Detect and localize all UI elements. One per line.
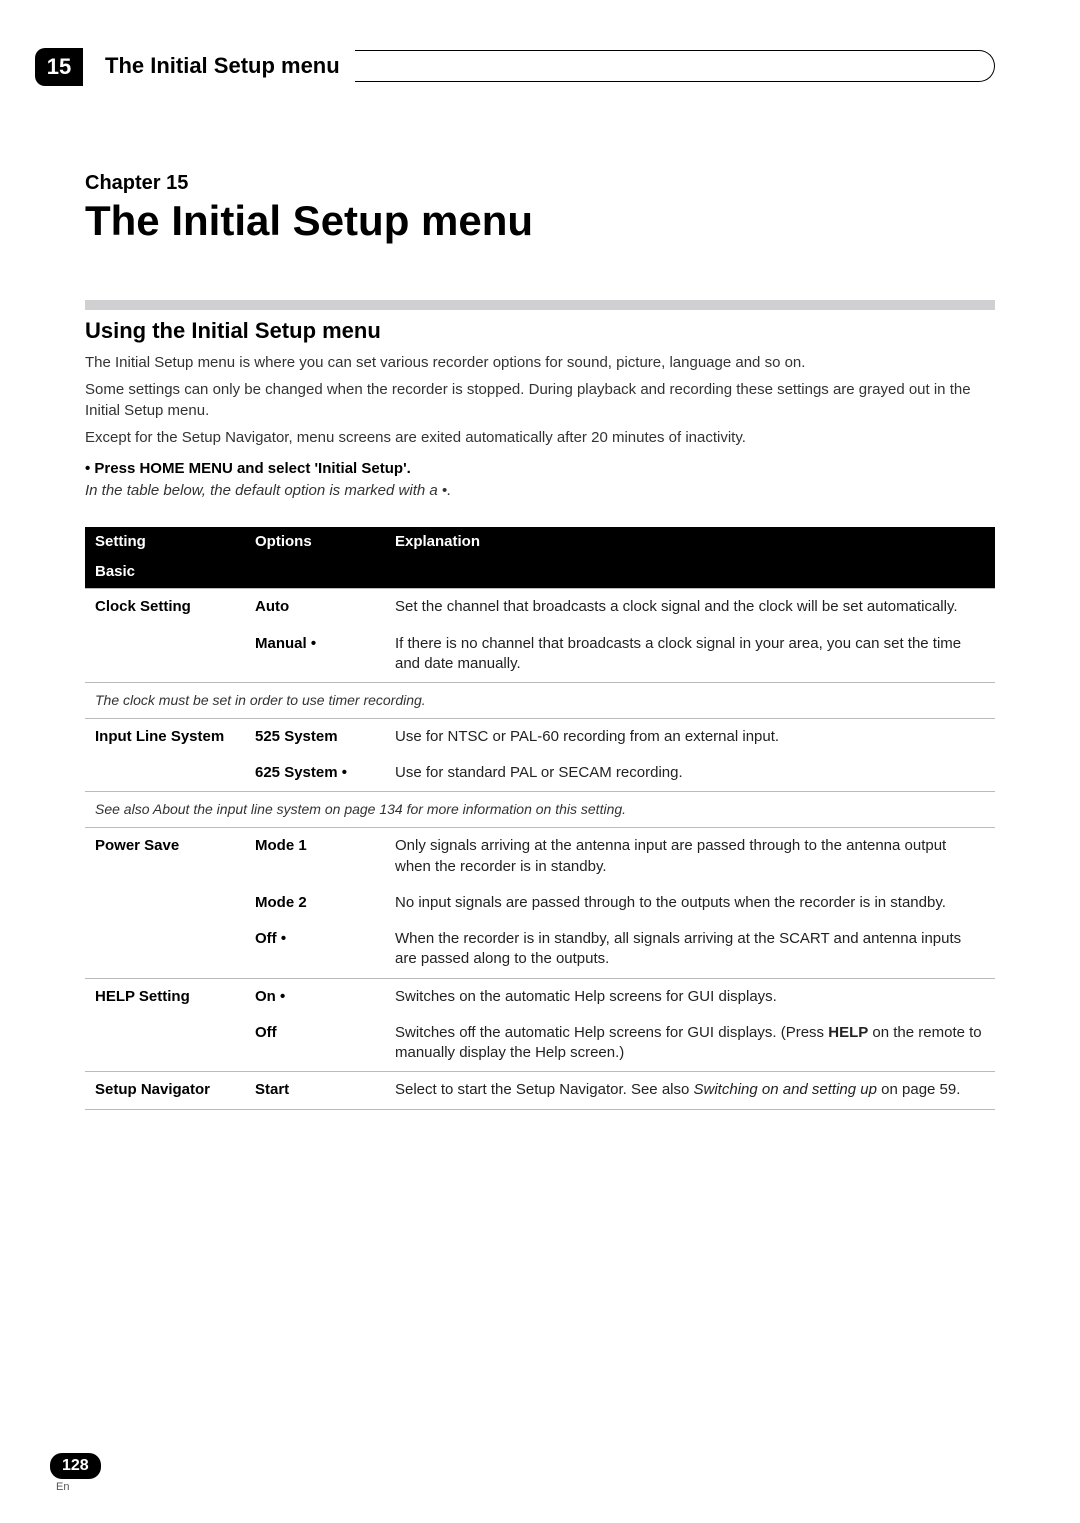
setting-help: HELP Setting: [85, 978, 245, 1015]
explanation-help-off: Switches off the automatic Help screens …: [385, 1015, 995, 1072]
input-line-note: See also About the input line system on …: [85, 792, 995, 828]
setting-empty: [85, 921, 245, 978]
setup-nav-prefix: Select to start the Setup Navigator. See…: [395, 1081, 694, 1098]
page-number: 128: [50, 1453, 101, 1479]
section-heading: Using the Initial Setup menu: [85, 318, 995, 344]
setting-setup-navigator: Setup Navigator: [85, 1072, 245, 1109]
explanation-625: Use for standard PAL or SECAM recording.: [385, 755, 995, 792]
header-rule: [355, 50, 995, 82]
intro-paragraph-3: Except for the Setup Navigator, menu scr…: [85, 427, 995, 448]
intro-paragraph-2: Some settings can only be changed when t…: [85, 379, 995, 421]
option-help-off: Off: [245, 1015, 385, 1072]
help-off-prefix: Switches off the automatic Help screens …: [395, 1024, 828, 1041]
setting-empty: [85, 755, 245, 792]
explanation-setup-navigator: Select to start the Setup Navigator. See…: [385, 1072, 995, 1109]
section-divider: [85, 300, 995, 310]
table-row: Power Save Mode 1 Only signals arriving …: [85, 828, 995, 885]
default-note-suffix: .: [447, 482, 451, 499]
default-note-prefix: In the table below, the default option i…: [85, 482, 442, 499]
intro-paragraph-1: The Initial Setup menu is where you can …: [85, 352, 995, 373]
option-clock-manual: Manual •: [245, 626, 385, 683]
instruction-row: • Press HOME MENU and select 'Initial Se…: [85, 460, 995, 478]
bullet-prefix: •: [85, 460, 94, 477]
explanation-mode1: Only signals arriving at the antenna inp…: [385, 828, 995, 885]
chapter-number-tab: 15: [35, 48, 83, 86]
option-off: Off •: [245, 921, 385, 978]
col-header-options: Options: [245, 527, 385, 556]
col-header-setting: Setting: [85, 527, 245, 556]
page-footer: 128 En: [50, 1453, 101, 1493]
explanation-mode2: No input signals are passed through to t…: [385, 885, 995, 921]
table-row: Off Switches off the automatic Help scre…: [85, 1015, 995, 1072]
page-header-bar: The Initial Setup menu: [105, 50, 995, 82]
input-note-italic: About the input line system: [153, 801, 321, 817]
col-header-explanation: Explanation: [385, 527, 995, 556]
header-title: The Initial Setup menu: [105, 53, 340, 79]
table-row: Clock Setting Auto Set the channel that …: [85, 589, 995, 626]
setting-clock: Clock Setting: [85, 589, 245, 626]
input-note-prefix: See also: [95, 801, 153, 817]
explanation-help-on: Switches on the automatic Help screens f…: [385, 978, 995, 1015]
option-help-on: On •: [245, 978, 385, 1015]
section-basic-label: Basic: [85, 556, 995, 589]
page-language: En: [56, 1481, 101, 1493]
option-clock-auto: Auto: [245, 589, 385, 626]
help-off-bold: HELP: [828, 1024, 868, 1041]
input-note-suffix: on page 134 for more information on this…: [321, 801, 626, 817]
setup-nav-suffix: on page 59.: [877, 1081, 960, 1098]
setup-nav-italic: Switching on and setting up: [694, 1081, 877, 1098]
option-start: Start: [245, 1072, 385, 1109]
table-row: Mode 2 No input signals are passed throu…: [85, 885, 995, 921]
table-row: Manual • If there is no channel that bro…: [85, 626, 995, 683]
table-section-basic: Basic: [85, 556, 995, 589]
bullet-instruction: Press HOME MENU and select 'Initial Setu…: [94, 460, 410, 477]
option-mode2: Mode 2: [245, 885, 385, 921]
setting-power-save: Power Save: [85, 828, 245, 885]
setting-empty: [85, 1015, 245, 1072]
table-row: Input Line System 525 System Use for NTS…: [85, 718, 995, 755]
table-row: HELP Setting On • Switches on the automa…: [85, 978, 995, 1015]
table-row: Setup Navigator Start Select to start th…: [85, 1072, 995, 1109]
explanation-clock-auto: Set the channel that broadcasts a clock …: [385, 589, 995, 626]
option-525: 525 System: [245, 718, 385, 755]
table-note-row: The clock must be set in order to use ti…: [85, 683, 995, 719]
clock-note: The clock must be set in order to use ti…: [85, 683, 995, 719]
chapter-label: Chapter 15: [85, 172, 995, 195]
setting-empty: [85, 626, 245, 683]
setting-empty: [85, 885, 245, 921]
settings-table: Setting Options Explanation Basic Clock …: [85, 527, 995, 1110]
table-header-row: Setting Options Explanation: [85, 527, 995, 556]
default-option-note: In the table below, the default option i…: [85, 482, 995, 499]
explanation-525: Use for NTSC or PAL-60 recording from an…: [385, 718, 995, 755]
table-row: Off • When the recorder is in standby, a…: [85, 921, 995, 978]
option-mode1: Mode 1: [245, 828, 385, 885]
explanation-clock-manual: If there is no channel that broadcasts a…: [385, 626, 995, 683]
page-title: The Initial Setup menu: [85, 197, 995, 245]
setting-input-line: Input Line System: [85, 718, 245, 755]
table-note-row: See also About the input line system on …: [85, 792, 995, 828]
table-row: 625 System • Use for standard PAL or SEC…: [85, 755, 995, 792]
option-625: 625 System •: [245, 755, 385, 792]
explanation-off: When the recorder is in standby, all sig…: [385, 921, 995, 978]
